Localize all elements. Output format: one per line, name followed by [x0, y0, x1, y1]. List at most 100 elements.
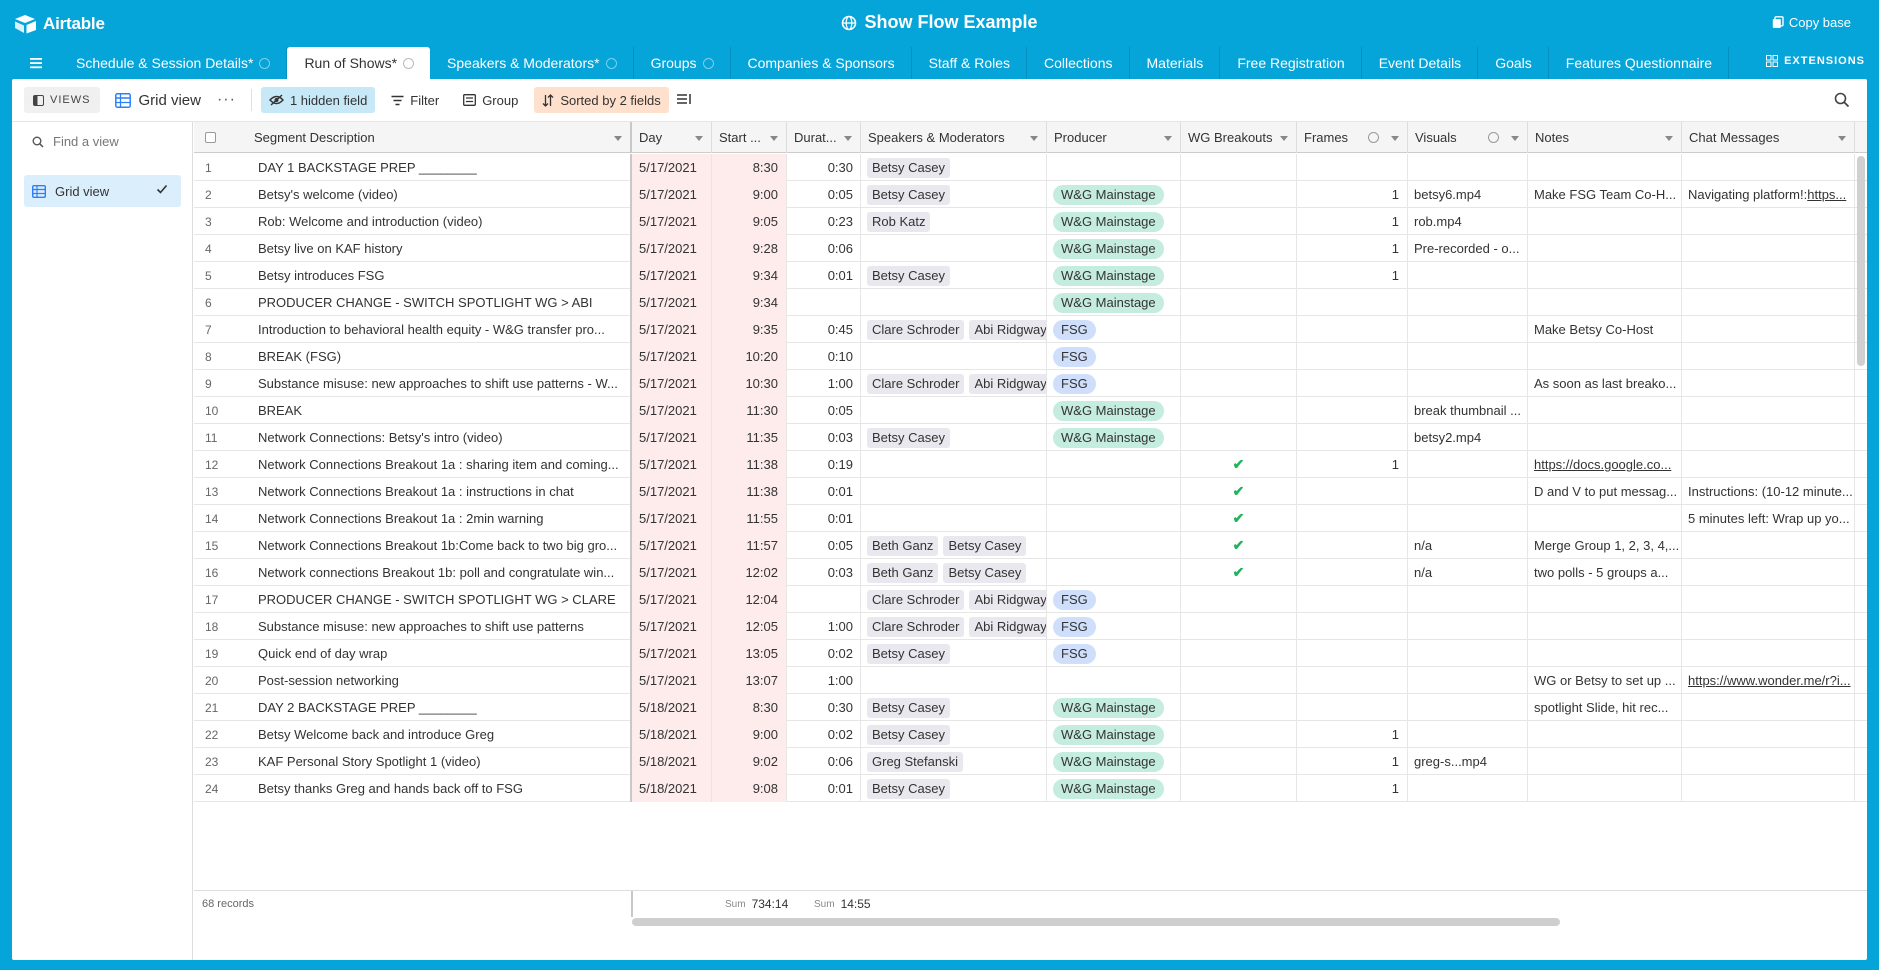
cell-day[interactable]: 5/17/2021	[632, 559, 712, 586]
row-number[interactable]: 1	[194, 154, 247, 181]
cell-duration[interactable]: 0:05	[787, 181, 861, 208]
cell-duration[interactable]: 0:23	[787, 208, 861, 235]
cell-chat[interactable]: Instructions: (10-12 minute...	[1682, 478, 1855, 505]
row-number[interactable]: 19	[194, 640, 247, 667]
cell-frames[interactable]	[1297, 559, 1408, 586]
cell-day[interactable]: 5/18/2021	[632, 748, 712, 775]
column-header-day[interactable]: Day	[632, 122, 712, 153]
cell-segment[interactable]: Betsy introduces FSG	[247, 262, 632, 289]
cell-visuals[interactable]: rob.mp4	[1408, 208, 1528, 235]
cell-segment[interactable]: Introduction to behavioral health equity…	[247, 316, 632, 343]
cell-speakers[interactable]: Betsy Casey	[861, 640, 1047, 667]
cell-producer[interactable]	[1047, 478, 1181, 505]
cell-chat[interactable]: https://www.wonder.me/r?i...	[1682, 667, 1855, 694]
cell-duration[interactable]	[787, 289, 861, 316]
row-number[interactable]: 20	[194, 667, 247, 694]
cell-visuals[interactable]	[1408, 262, 1528, 289]
cell-duration[interactable]	[787, 586, 861, 613]
cell-visuals[interactable]: n/a	[1408, 559, 1528, 586]
cell-speakers[interactable]: Greg Stefanski	[861, 748, 1047, 775]
table-row[interactable]: 13 Network Connections Breakout 1a : inst…	[194, 478, 1867, 505]
cell-speakers[interactable]: Clare Schroder Abi Ridgway	[861, 316, 1047, 343]
cell-producer[interactable]	[1047, 505, 1181, 532]
cell-frames[interactable]	[1297, 667, 1408, 694]
cell-start[interactable]: 9:05	[712, 208, 787, 235]
cell-notes[interactable]: As soon as last breako...	[1528, 370, 1682, 397]
cell-visuals[interactable]	[1408, 316, 1528, 343]
cell-speakers[interactable]: Beth Ganz Betsy Casey	[861, 532, 1047, 559]
table-row[interactable]: 8 BREAK (FSG) 5/17/2021 10:20 0:10 FSG	[194, 343, 1867, 370]
cell-chat[interactable]	[1682, 262, 1855, 289]
cell-wg-breakouts[interactable]	[1181, 748, 1297, 775]
column-header-chat[interactable]: Chat Messages	[1682, 122, 1855, 153]
cell-visuals[interactable]	[1408, 478, 1528, 505]
cell-wg-breakouts[interactable]: ✔	[1181, 478, 1297, 505]
cell-frames[interactable]	[1297, 478, 1408, 505]
row-number[interactable]: 8	[194, 343, 247, 370]
cell-start[interactable]: 11:57	[712, 532, 787, 559]
cell-duration[interactable]: 0:02	[787, 640, 861, 667]
cell-speakers[interactable]: Betsy Casey	[861, 262, 1047, 289]
table-row[interactable]: 2 Betsy's welcome (video) 5/17/2021 9:00 0:0…	[194, 181, 1867, 208]
cell-segment[interactable]: Betsy's welcome (video)	[247, 181, 632, 208]
cell-chat[interactable]	[1682, 559, 1855, 586]
cell-speakers[interactable]	[861, 451, 1047, 478]
cell-visuals[interactable]	[1408, 613, 1528, 640]
cell-speakers[interactable]: Betsy Casey	[861, 154, 1047, 181]
cell-wg-breakouts[interactable]	[1181, 775, 1297, 802]
cell-visuals[interactable]	[1408, 694, 1528, 721]
cell-duration[interactable]: 0:03	[787, 424, 861, 451]
cell-speakers[interactable]: Clare Schroder Abi Ridgway	[861, 370, 1047, 397]
cell-frames[interactable]	[1297, 694, 1408, 721]
cell-visuals[interactable]: betsy6.mp4	[1408, 181, 1528, 208]
cell-producer[interactable]: FSG	[1047, 640, 1181, 667]
row-number[interactable]: 4	[194, 235, 247, 262]
cell-start[interactable]: 13:05	[712, 640, 787, 667]
cell-start[interactable]: 11:55	[712, 505, 787, 532]
cell-duration[interactable]: 0:01	[787, 262, 861, 289]
table-row[interactable]: 21 DAY 2 BACKSTAGE PREP ________ 5/18/2021…	[194, 694, 1867, 721]
cell-start[interactable]: 8:30	[712, 154, 787, 181]
cell-producer[interactable]: W&G Mainstage	[1047, 181, 1181, 208]
table-row[interactable]: 6 PRODUCER CHANGE - SWITCH SPOTLIGHT WG >…	[194, 289, 1867, 316]
cell-duration[interactable]: 0:01	[787, 478, 861, 505]
cell-speakers[interactable]	[861, 343, 1047, 370]
table-row[interactable]: 24 Betsy thanks Greg and hands back off t…	[194, 775, 1867, 802]
cell-duration[interactable]: 0:05	[787, 397, 861, 424]
tab-staff-roles[interactable]: Staff & Roles	[912, 47, 1028, 79]
cell-visuals[interactable]	[1408, 640, 1528, 667]
cell-visuals[interactable]	[1408, 775, 1528, 802]
cell-notes[interactable]: two polls - 5 groups a...	[1528, 559, 1682, 586]
column-header-start[interactable]: Start ...	[712, 122, 787, 153]
table-row[interactable]: 9 Substance misuse: new approaches to shi…	[194, 370, 1867, 397]
cell-duration[interactable]: 0:19	[787, 451, 861, 478]
cell-visuals[interactable]: Pre-recorded - o...	[1408, 235, 1528, 262]
cell-visuals[interactable]: break thumbnail ...	[1408, 397, 1528, 424]
cell-segment[interactable]: Network Connections Breakout 1a : 2min w…	[247, 505, 632, 532]
cell-visuals[interactable]: n/a	[1408, 532, 1528, 559]
cell-speakers[interactable]: Rob Katz	[861, 208, 1047, 235]
cell-day[interactable]: 5/17/2021	[632, 316, 712, 343]
cell-frames[interactable]	[1297, 640, 1408, 667]
cell-speakers[interactable]: Betsy Casey	[861, 424, 1047, 451]
cell-speakers[interactable]	[861, 478, 1047, 505]
row-number[interactable]: 13	[194, 478, 247, 505]
cell-start[interactable]: 11:35	[712, 424, 787, 451]
cell-duration[interactable]: 0:06	[787, 748, 861, 775]
cell-segment[interactable]: PRODUCER CHANGE - SWITCH SPOTLIGHT WG > …	[247, 586, 632, 613]
table-row[interactable]: 5 Betsy introduces FSG 5/17/2021 9:34 0:01 Be…	[194, 262, 1867, 289]
cell-frames[interactable]: 1	[1297, 262, 1408, 289]
cell-chat[interactable]	[1682, 235, 1855, 262]
cell-chat[interactable]	[1682, 316, 1855, 343]
row-number[interactable]: 15	[194, 532, 247, 559]
cell-speakers[interactable]: Clare Schroder Abi Ridgway	[861, 613, 1047, 640]
cell-speakers[interactable]: Beth Ganz Betsy Casey	[861, 559, 1047, 586]
info-icon[interactable]	[702, 57, 714, 69]
tab-features-questionnaire[interactable]: Features Questionnaire	[1549, 47, 1730, 79]
cell-duration[interactable]: 0:30	[787, 694, 861, 721]
cell-day[interactable]: 5/17/2021	[632, 667, 712, 694]
cell-wg-breakouts[interactable]	[1181, 208, 1297, 235]
cell-frames[interactable]	[1297, 370, 1408, 397]
column-header-visuals[interactable]: Visuals	[1408, 122, 1528, 153]
cell-wg-breakouts[interactable]	[1181, 586, 1297, 613]
